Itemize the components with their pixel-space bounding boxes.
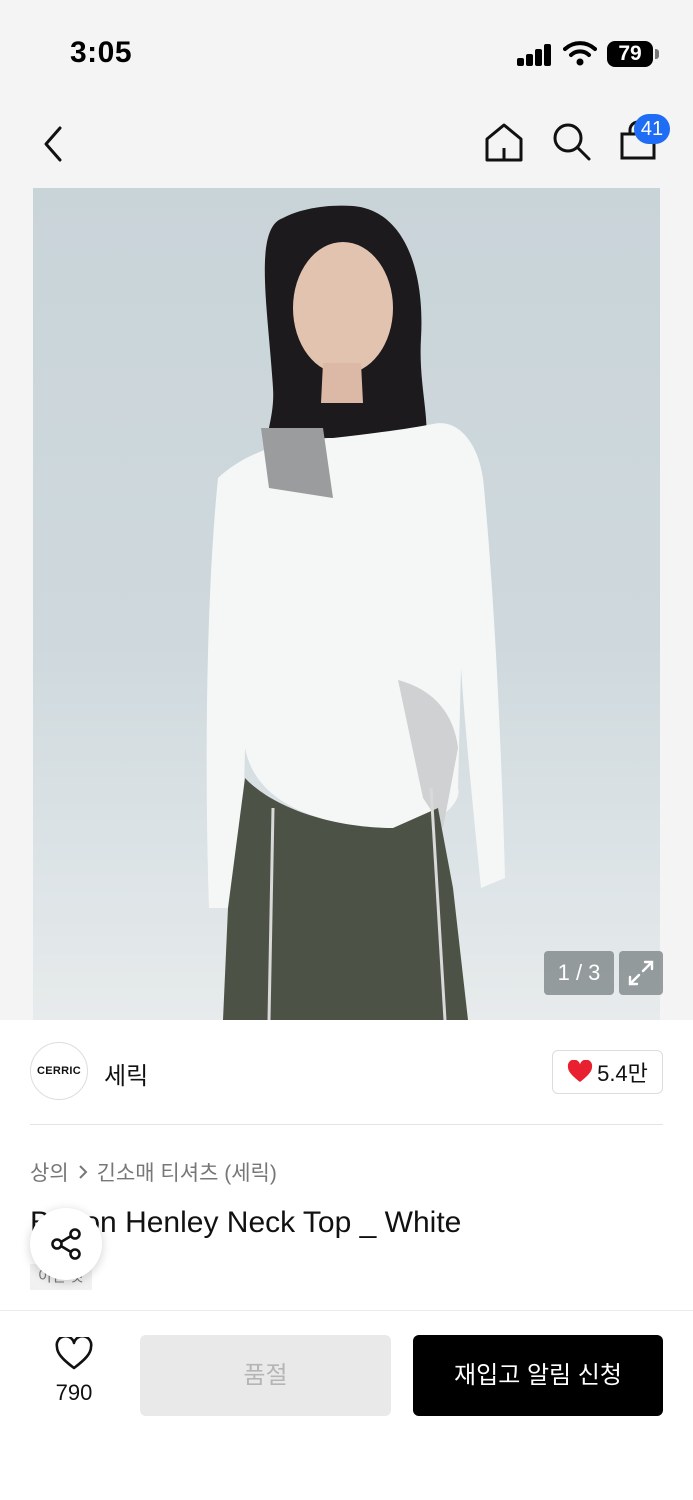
product-info-section: CERRIC 세릭 5.4만 상의 긴소매 티셔츠 (세릭) Button He… [0, 1020, 693, 1310]
status-bar: 3:05 79 [0, 0, 693, 100]
bottom-action-bar: 790 품절 재입고 알림 신청 [0, 1310, 693, 1500]
brand-name[interactable]: 세릭 [104, 1056, 148, 1091]
breadcrumb-subcategory[interactable]: 긴소매 티셔츠 (세릭) [97, 1157, 277, 1187]
top-navigation: 41 [0, 100, 693, 188]
breadcrumb: 상의 긴소매 티셔츠 (세릭) [30, 1157, 277, 1187]
home-icon[interactable] [482, 120, 526, 164]
brand-like-button[interactable]: 5.4만 [552, 1050, 663, 1094]
share-button[interactable] [30, 1208, 102, 1280]
breadcrumb-category[interactable]: 상의 [30, 1157, 69, 1187]
back-icon[interactable] [36, 122, 70, 166]
wishlist-button[interactable]: 790 [44, 1334, 104, 1406]
wishlist-count: 790 [55, 1380, 93, 1405]
image-page-counter: 1 / 3 [544, 951, 614, 995]
heart-outline-icon [55, 1334, 93, 1370]
chevron-right-icon [78, 1165, 88, 1179]
brand-like-count: 5.4만 [597, 1061, 648, 1086]
product-image[interactable] [33, 188, 660, 1020]
search-icon[interactable] [550, 120, 594, 164]
expand-image-button[interactable] [619, 951, 663, 995]
cart-count-badge: 41 [634, 114, 670, 144]
share-icon [51, 1228, 81, 1260]
restock-alert-button[interactable]: 재입고 알림 신청 [413, 1335, 663, 1416]
cellular-signal-icon [517, 44, 553, 66]
heart-filled-icon [567, 1060, 593, 1082]
battery-indicator: 79 [607, 41, 653, 67]
wifi-icon [563, 41, 597, 66]
brand-logo[interactable]: CERRIC [30, 1042, 88, 1100]
divider [30, 1124, 663, 1125]
soldout-button[interactable]: 품절 [140, 1335, 391, 1416]
expand-icon [628, 960, 654, 986]
product-photo-illustration [206, 205, 505, 1020]
battery-tip [655, 49, 659, 59]
status-time: 3:05 [70, 36, 133, 69]
